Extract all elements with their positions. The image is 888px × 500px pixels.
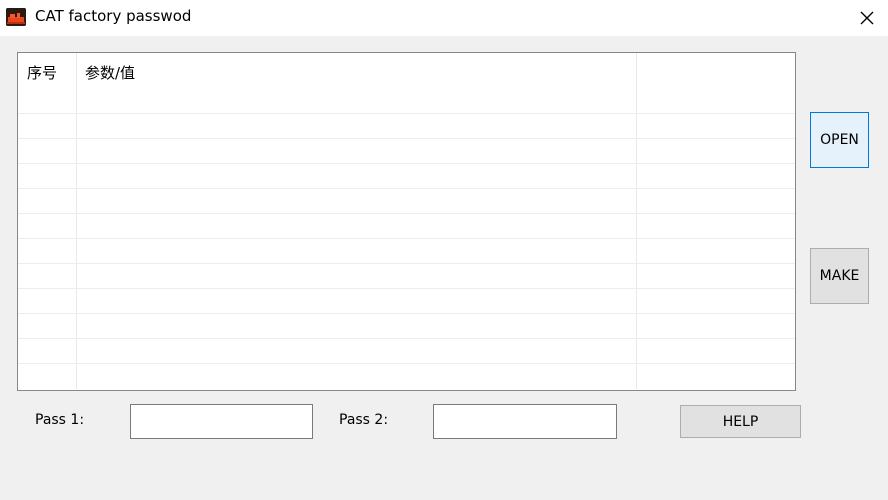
- column-header-extra[interactable]: [636, 53, 795, 91]
- row-gridline: [18, 313, 795, 314]
- row-gridline: [18, 338, 795, 339]
- row-gridline: [18, 188, 795, 189]
- pass1-input[interactable]: [130, 404, 313, 439]
- close-button[interactable]: [845, 0, 888, 36]
- row-gridline: [18, 238, 795, 239]
- parameter-list[interactable]: 序号 参数/值: [17, 52, 796, 391]
- window-title: CAT factory passwod: [35, 7, 192, 25]
- title-bar: CAT factory passwod: [0, 0, 888, 36]
- make-button[interactable]: MAKE: [810, 248, 869, 304]
- column-header-index[interactable]: 序号: [18, 53, 76, 91]
- app-icon: [6, 8, 26, 26]
- pass2-input[interactable]: [433, 404, 617, 439]
- row-gridline: [18, 138, 795, 139]
- open-button[interactable]: OPEN: [810, 112, 869, 168]
- row-gridline: [18, 363, 795, 364]
- close-icon[interactable]: [860, 11, 874, 25]
- pass1-label: Pass 1:: [35, 412, 85, 428]
- pass2-label: Pass 2:: [339, 412, 389, 428]
- column-header-param-value[interactable]: 参数/值: [76, 53, 636, 91]
- row-gridline: [18, 288, 795, 289]
- row-gridline: [18, 213, 795, 214]
- row-gridline: [18, 263, 795, 264]
- row-gridline: [18, 163, 795, 164]
- help-button[interactable]: HELP: [680, 405, 801, 438]
- row-gridline: [18, 113, 795, 114]
